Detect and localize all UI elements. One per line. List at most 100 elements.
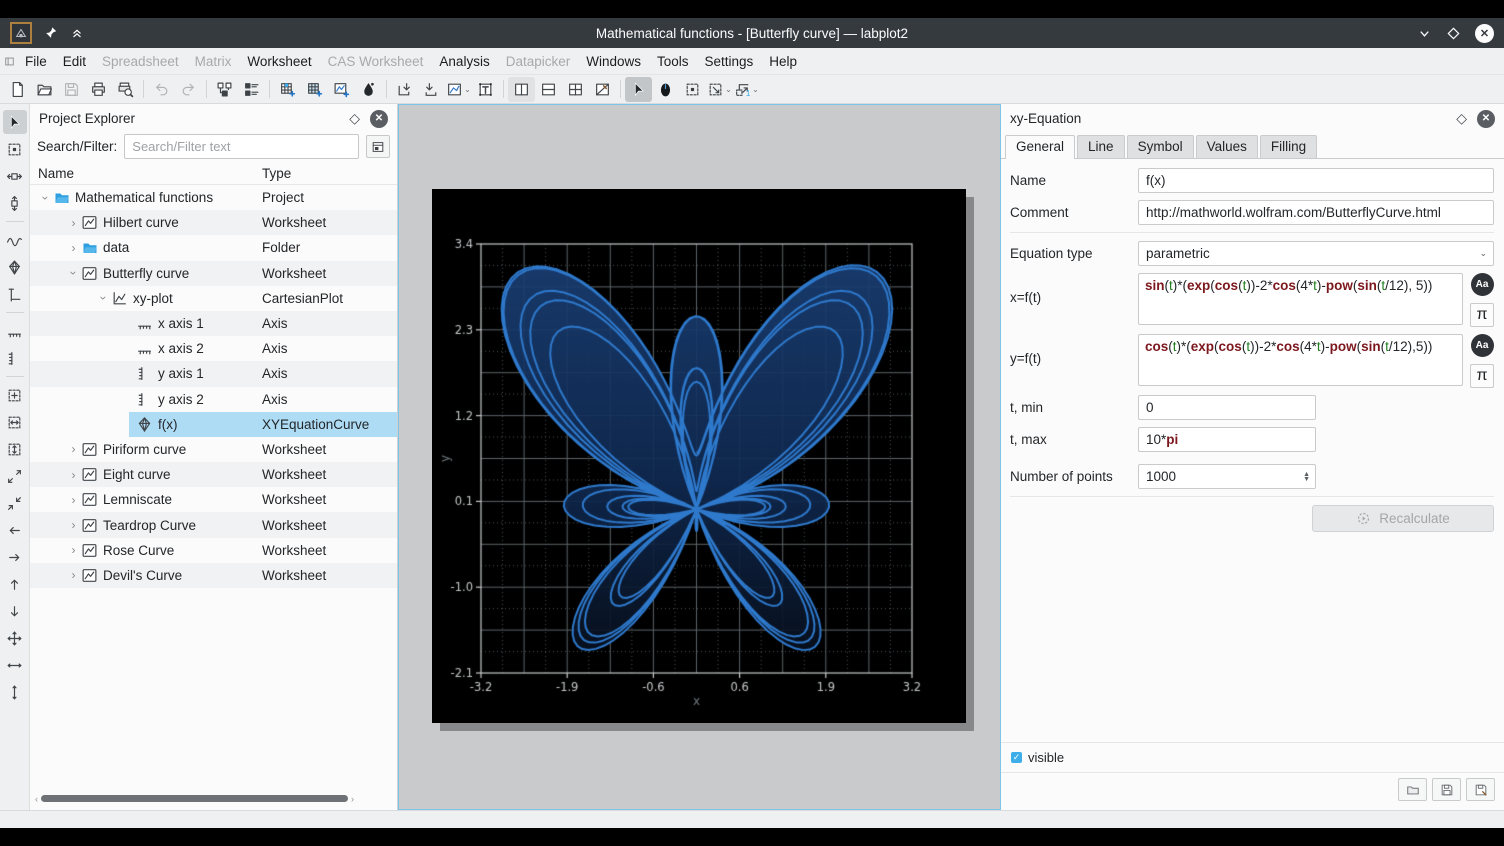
add-equation-curve-button[interactable] [3, 255, 27, 279]
new-worksheet-button[interactable] [328, 77, 355, 102]
horizontal-scrollbar[interactable]: ‹ › [35, 794, 392, 803]
shift-down-button[interactable] [3, 599, 27, 623]
mouse-button[interactable] [652, 77, 679, 102]
tree-row[interactable]: ›Devil's CurveWorksheet [30, 563, 397, 588]
tab-general[interactable]: General [1005, 135, 1075, 159]
new-datapicker-button[interactable] [355, 77, 382, 102]
tree-row[interactable]: f(x)XYEquationCurve [30, 412, 397, 437]
tree-row[interactable]: x axis 2Axis [30, 336, 397, 361]
new-spreadsheet-button[interactable] [274, 77, 301, 102]
add-axis-button[interactable] [3, 282, 27, 306]
dropdown-caret-icon[interactable]: ⌄ [464, 85, 471, 94]
tree-row[interactable]: ›Mathematical functionsProject [30, 185, 397, 210]
t-min-input[interactable]: 0 [1138, 395, 1316, 420]
new-project-button[interactable] [4, 77, 31, 102]
pointer-button[interactable] [625, 77, 652, 102]
zoom-x-select-button[interactable] [3, 410, 27, 434]
insert-function-button[interactable]: Aa [1471, 273, 1494, 296]
expander-icon[interactable]: › [67, 266, 81, 281]
dropdown-caret-icon[interactable]: ⌄ [725, 85, 732, 94]
menu-help[interactable]: Help [761, 51, 805, 72]
navigate-button[interactable]: 1⌄ [733, 77, 760, 102]
tree-row[interactable]: ›Teardrop CurveWorksheet [30, 512, 397, 537]
float-panel-icon[interactable]: ◇ [349, 110, 360, 127]
add-text-button[interactable] [472, 77, 499, 102]
print-preview-button[interactable] [112, 77, 139, 102]
menu-settings[interactable]: Settings [697, 51, 762, 72]
grid-layout-button[interactable] [562, 77, 589, 102]
tree-row[interactable]: ›xy-plotCartesianPlot [30, 286, 397, 311]
chevrons-up-icon[interactable] [70, 26, 84, 40]
close-panel-icon[interactable]: ✕ [370, 110, 388, 128]
shift-left-button[interactable] [3, 518, 27, 542]
t-max-input[interactable]: 10*pi [1138, 427, 1316, 452]
tree-row[interactable]: y axis 1Axis [30, 361, 397, 386]
zoom-select-button[interactable] [3, 383, 27, 407]
tab-symbol[interactable]: Symbol [1127, 135, 1194, 158]
column-header-name[interactable]: Name [30, 166, 262, 181]
recalculate-button[interactable]: Recalculate [1312, 505, 1494, 532]
load-template-button[interactable] [1398, 778, 1427, 801]
save-template-button[interactable] [1432, 778, 1461, 801]
worksheet-page[interactable] [432, 189, 966, 723]
menu-worksheet[interactable]: Worksheet [239, 51, 319, 72]
tab-line[interactable]: Line [1077, 135, 1125, 158]
split-horizontal-button[interactable] [535, 77, 562, 102]
resize-v-button[interactable] [3, 191, 27, 215]
expander-icon[interactable]: › [66, 442, 81, 456]
scale-auto-x-button[interactable] [3, 653, 27, 677]
shift-right-button[interactable] [3, 545, 27, 569]
close-window-icon[interactable]: ✕ [1475, 24, 1494, 43]
expander-icon[interactable]: › [66, 241, 81, 255]
export-button[interactable] [418, 77, 445, 102]
scrollbar-thumb[interactable] [41, 795, 348, 802]
zoom-in-button[interactable] [3, 464, 27, 488]
visible-checkbox[interactable]: ✓ [1011, 752, 1022, 763]
menu-file[interactable]: File [17, 51, 55, 72]
zoom-y-select-button[interactable] [3, 437, 27, 461]
tree-row[interactable]: ›Hilbert curveWorksheet [30, 210, 397, 235]
name-input[interactable]: f(x) [1138, 168, 1494, 193]
column-header-type[interactable]: Type [262, 166, 397, 181]
float-panel-icon[interactable]: ◇ [1456, 110, 1467, 127]
close-panel-icon[interactable]: ✕ [1477, 110, 1495, 128]
menu-analysis[interactable]: Analysis [431, 51, 497, 72]
dropdown-caret-icon[interactable]: ⌄ [752, 85, 759, 94]
menu-tools[interactable]: Tools [649, 51, 697, 72]
tree-row[interactable]: ›Eight curveWorksheet [30, 462, 397, 487]
scroll-right-icon[interactable]: › [351, 794, 354, 804]
add-curve-button[interactable] [3, 228, 27, 252]
menu-edit[interactable]: Edit [55, 51, 94, 72]
split-vertical-button[interactable] [508, 77, 535, 102]
expander-icon[interactable]: › [66, 518, 81, 532]
axis-y-button[interactable] [3, 346, 27, 370]
open-project-button[interactable] [31, 77, 58, 102]
chevron-down-icon[interactable] [1417, 26, 1432, 41]
worksheet-view[interactable] [398, 104, 1001, 810]
axis-x-button[interactable] [3, 319, 27, 343]
menu-windows[interactable]: Windows [578, 51, 649, 72]
expander-icon[interactable]: › [66, 493, 81, 507]
insert-constant-button[interactable]: π [1470, 303, 1494, 327]
expander-icon[interactable]: › [66, 468, 81, 482]
pin-icon[interactable] [44, 26, 58, 40]
new-matrix-button[interactable] [301, 77, 328, 102]
tab-filling[interactable]: Filling [1260, 135, 1317, 158]
resize-h-button[interactable] [3, 164, 27, 188]
insert-function-button[interactable]: Aa [1471, 334, 1494, 357]
tree-row[interactable]: x axis 1Axis [30, 311, 397, 336]
expander-icon[interactable]: › [66, 568, 81, 582]
tree-row[interactable]: ›Piriform curveWorksheet [30, 437, 397, 462]
scale-auto-y-button[interactable] [3, 680, 27, 704]
butterfly-plot-canvas[interactable] [432, 189, 966, 723]
tree-row[interactable]: y axis 2Axis [30, 387, 397, 412]
expander-icon[interactable]: › [66, 543, 81, 557]
new-folder-button[interactable] [211, 77, 238, 102]
tree-row[interactable]: ›Rose CurveWorksheet [30, 538, 397, 563]
points-spinbox[interactable]: 1000 ▲▼ [1138, 464, 1316, 489]
search-input[interactable]: Search/Filter text [124, 134, 359, 159]
insert-constant-button[interactable]: π [1470, 364, 1494, 388]
import-button[interactable] [391, 77, 418, 102]
new-workbook-button[interactable] [238, 77, 265, 102]
y-equation-input[interactable]: cos(t)*(exp(cos(t))-2*cos(4*t)-pow(sin(t… [1138, 334, 1463, 386]
